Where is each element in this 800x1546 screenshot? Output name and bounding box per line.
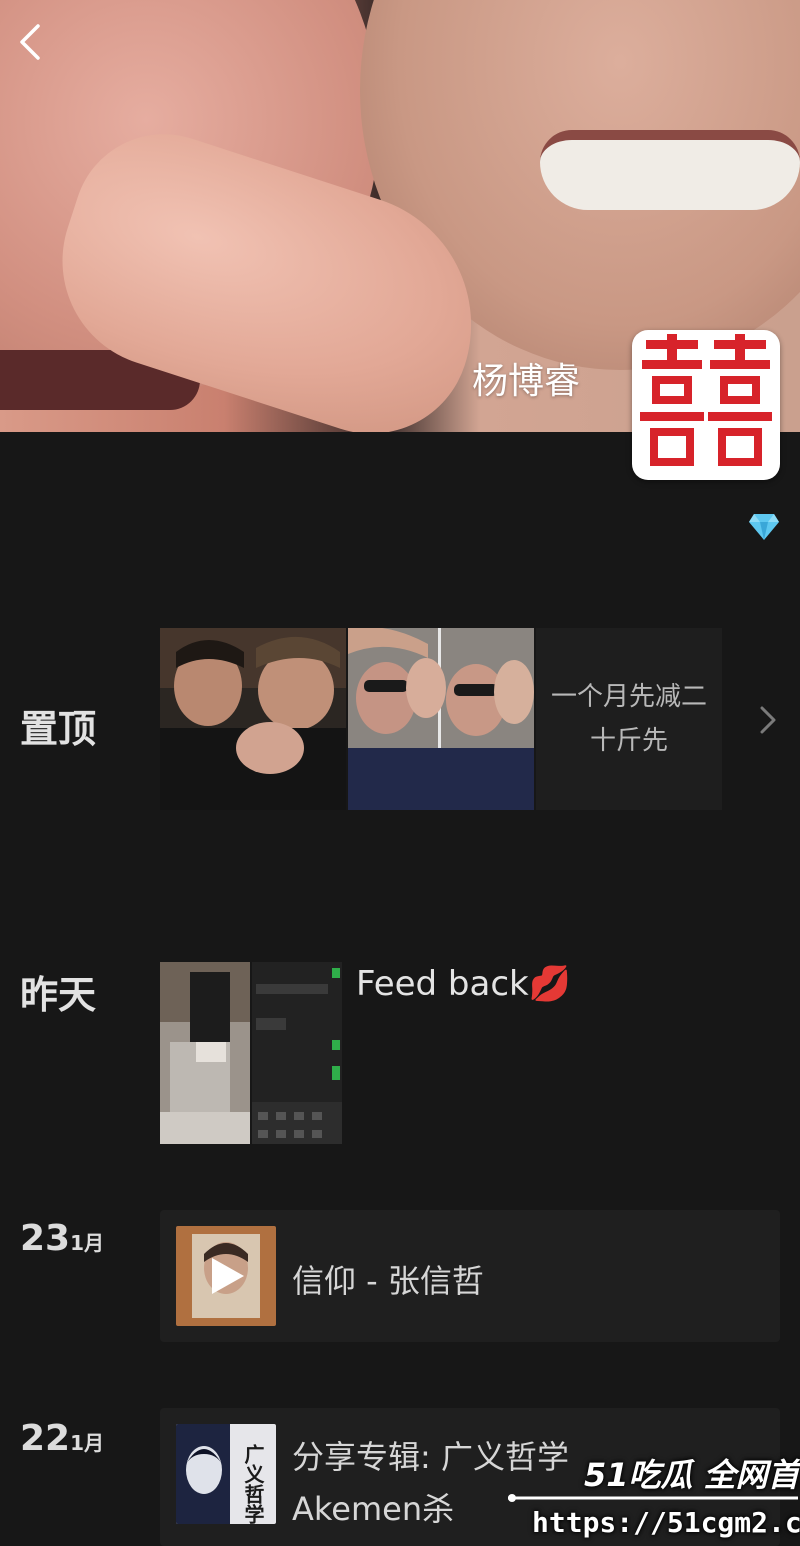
section-label-yesterday: 昨天 <box>20 973 97 1017</box>
chevron-right-icon[interactable] <box>754 702 780 738</box>
yesterday-photo-1[interactable] <box>160 962 250 1144</box>
photo-thumbnail <box>348 628 534 810</box>
avatar[interactable] <box>632 330 780 480</box>
post-month: 1月 <box>70 1231 105 1255</box>
album-cover-thumbnail: 广义哲学 <box>176 1424 276 1524</box>
yesterday-post-text: Feed back💋 <box>356 964 572 1004</box>
post-date-23: 231月 <box>20 1218 104 1259</box>
cover-smile <box>540 130 800 210</box>
chat-screenshot-thumbnail <box>252 962 342 1144</box>
album-cover[interactable]: 广义哲学 <box>176 1424 276 1524</box>
pinned-photo-1[interactable] <box>160 628 346 810</box>
chevron-left-icon <box>20 24 40 60</box>
yesterday-screenshot[interactable] <box>252 962 342 1144</box>
post-date-22: 221月 <box>20 1418 104 1459</box>
pinned-photo-2[interactable] <box>348 628 534 810</box>
photo-thumbnail <box>160 628 346 810</box>
music-cover[interactable] <box>176 1226 276 1326</box>
watermark-brand: 51吃瓜 全网首发 <box>584 1456 800 1494</box>
watermark-url: https://51cgm2.com <box>532 1506 800 1539</box>
section-label-pinned: 置顶 <box>20 707 97 751</box>
post-month: 1月 <box>70 1431 105 1455</box>
back-button[interactable] <box>10 20 50 64</box>
post-day: 23 <box>20 1218 71 1259</box>
diamond-icon[interactable] <box>748 512 780 542</box>
post-day: 22 <box>20 1418 71 1459</box>
double-happiness-icon <box>640 334 772 466</box>
play-icon[interactable] <box>204 1256 248 1296</box>
music-share-card[interactable]: 信仰 - 张信哲 <box>160 1210 780 1342</box>
pinned-text: 一个月先减二十斤先 <box>550 682 707 756</box>
album-cover-text: 广义哲学 <box>241 1443 265 1524</box>
pinned-text-card[interactable]: 一个月先减二十斤先 <box>536 628 722 810</box>
music-title: 信仰 - 张信哲 <box>292 1262 484 1300</box>
photo-thumbnail <box>160 962 250 1144</box>
album-artist: Akemen杀 <box>292 1490 455 1528</box>
album-title: 分享专辑: 广义哲学 <box>292 1438 569 1476</box>
profile-name: 杨博睿 <box>472 361 581 402</box>
watermark-line <box>508 1494 798 1502</box>
